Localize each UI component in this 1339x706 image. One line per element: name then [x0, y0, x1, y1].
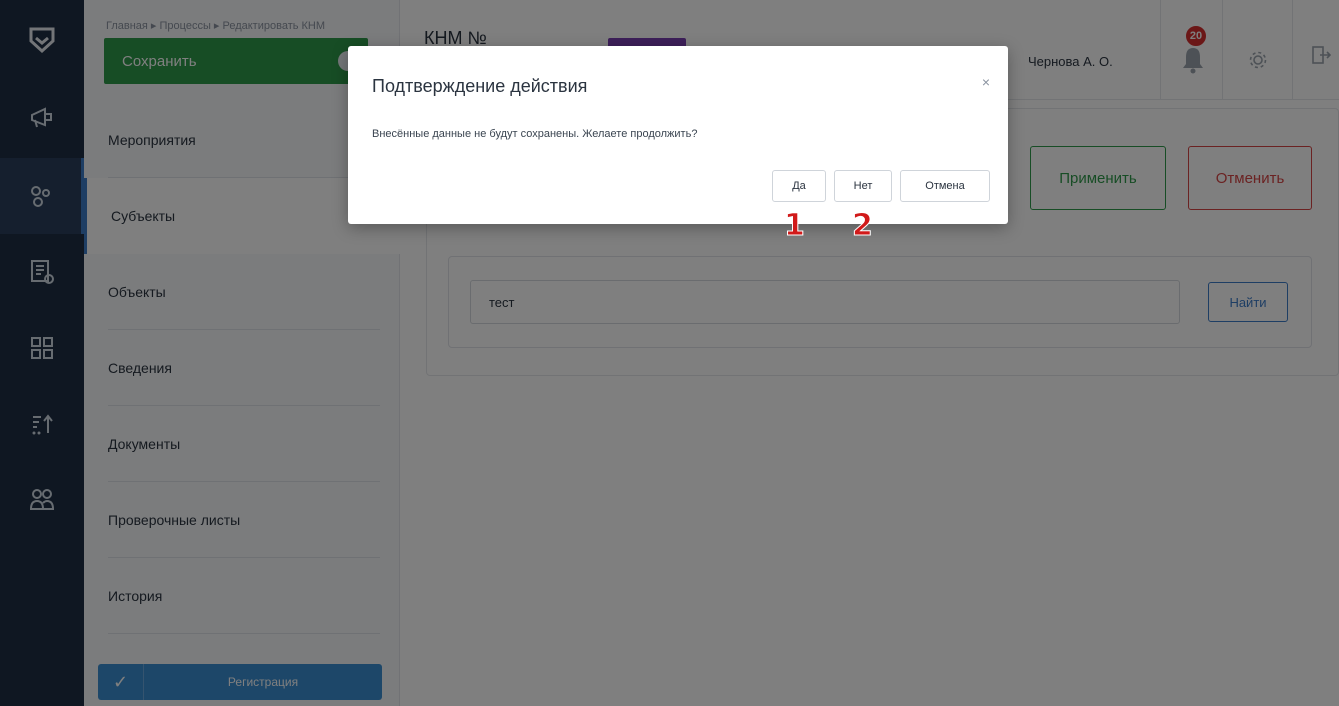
annotation-marker-1: 1 — [784, 208, 806, 244]
yes-button[interactable]: Да — [772, 170, 826, 202]
dialog-message: Внесённые данные не будут сохранены. Жел… — [372, 128, 698, 140]
close-icon[interactable]: × — [982, 74, 990, 90]
cancel-button[interactable]: Отмена — [900, 170, 990, 202]
annotation-marker-2: 2 — [852, 208, 874, 244]
dialog-title: Подтверждение действия — [372, 76, 588, 96]
confirm-dialog: Подтверждение действия × Внесённые данны… — [348, 46, 1008, 224]
no-button[interactable]: Нет — [834, 170, 892, 202]
